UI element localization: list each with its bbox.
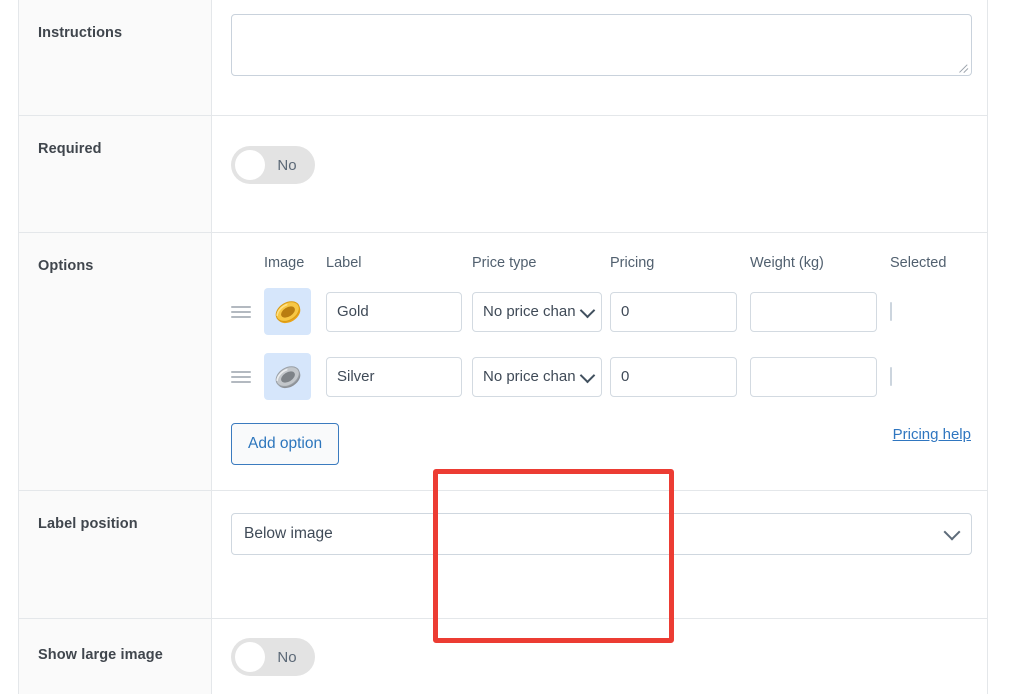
image-cell: [264, 344, 326, 409]
header-label: Label: [326, 255, 362, 271]
instructions-label-cell: Instructions: [19, 0, 212, 115]
required-label: Required: [38, 141, 102, 157]
header-image: Image: [264, 255, 305, 271]
label-cell: [326, 279, 472, 344]
header-pricing: Pricing: [610, 255, 655, 271]
option-label-input[interactable]: [326, 356, 462, 397]
instructions-content-cell: [212, 0, 987, 115]
pricing-cell: [610, 279, 750, 344]
gold-ring-icon[interactable]: [264, 288, 311, 335]
settings-table: Instructions Required No Options Image L…: [18, 0, 988, 694]
options-content-cell: Image Label Price type Pricing Weight (k…: [212, 233, 987, 643]
toggle-knob: [235, 642, 265, 672]
price-type-value: No price change: [483, 303, 575, 320]
label-cell: [326, 344, 472, 409]
label-position-value: Below image: [244, 525, 333, 542]
show-large-image-toggle[interactable]: No: [231, 638, 315, 676]
label-position-select-wrap: Below image: [231, 513, 972, 555]
show-large-image-toggle-state: No: [277, 648, 297, 666]
options-table-wrap: Image Label Price type Pricing Weight (k…: [212, 233, 987, 409]
row-label-position: Label position Below image: [19, 491, 987, 619]
pricing-help-link[interactable]: Pricing help: [893, 426, 971, 443]
required-label-cell: Required: [19, 116, 212, 232]
options-label-cell: Options: [19, 233, 212, 490]
weight-input[interactable]: [750, 356, 877, 397]
pricing-input[interactable]: [610, 291, 737, 332]
selected-checkbox[interactable]: [890, 366, 892, 386]
drag-cell: [231, 344, 264, 409]
drag-cell: [231, 279, 264, 344]
weight-input[interactable]: [750, 291, 877, 332]
required-toggle-state: No: [277, 156, 297, 174]
table-row: No price change: [231, 279, 960, 344]
header-weight: Weight (kg): [750, 255, 824, 271]
row-instructions: Instructions: [19, 0, 987, 116]
selected-cell: [890, 279, 960, 344]
header-price-type: Price type: [472, 255, 537, 271]
resize-grip-icon[interactable]: [957, 61, 969, 74]
selected-cell: [890, 344, 960, 409]
option-label-input[interactable]: [326, 291, 462, 332]
price-type-select-wrap: No price change: [472, 291, 602, 332]
label-position-label: Label position: [38, 516, 138, 532]
selected-checkbox[interactable]: [890, 301, 892, 321]
show-large-image-content-cell: No: [212, 619, 987, 694]
price-type-cell: No price change: [472, 344, 610, 409]
instructions-textarea-wrap: [231, 14, 972, 76]
options-table: Image Label Price type Pricing Weight (k…: [231, 233, 960, 409]
options-label: Options: [38, 258, 94, 274]
options-table-header-row: Image Label Price type Pricing Weight (k…: [231, 233, 960, 279]
row-required: Required No: [19, 116, 987, 233]
row-options: Options Image Label Price type Pricing W…: [19, 233, 987, 643]
row-show-large-image: Show large image No: [19, 619, 987, 694]
header-drag: [231, 233, 264, 279]
instructions-textarea[interactable]: [232, 15, 971, 75]
silver-ring-icon[interactable]: [264, 353, 311, 400]
show-large-image-label: Show large image: [38, 647, 163, 663]
required-toggle[interactable]: No: [231, 146, 315, 184]
price-type-cell: No price change: [472, 279, 610, 344]
label-position-content-cell: Below image: [212, 491, 987, 618]
instructions-label: Instructions: [38, 25, 123, 41]
weight-cell: [750, 279, 890, 344]
pricing-input[interactable]: [610, 356, 737, 397]
drag-handle-icon[interactable]: [231, 305, 251, 318]
price-type-value: No price change: [483, 368, 575, 385]
price-type-select-wrap: No price change: [472, 356, 602, 397]
price-type-select[interactable]: No price change: [472, 356, 602, 397]
header-selected: Selected: [890, 255, 947, 271]
add-option-button[interactable]: Add option: [231, 423, 340, 465]
price-type-select[interactable]: No price change: [472, 291, 602, 332]
required-content-cell: No: [212, 116, 987, 232]
show-large-image-label-cell: Show large image: [19, 619, 212, 694]
image-cell: [264, 279, 326, 344]
weight-cell: [750, 344, 890, 409]
drag-handle-icon[interactable]: [231, 370, 251, 383]
label-position-select[interactable]: Below image: [231, 513, 972, 555]
table-row: No price change: [231, 344, 960, 409]
pricing-cell: [610, 344, 750, 409]
label-position-label-cell: Label position: [19, 491, 212, 618]
toggle-knob: [235, 150, 265, 180]
